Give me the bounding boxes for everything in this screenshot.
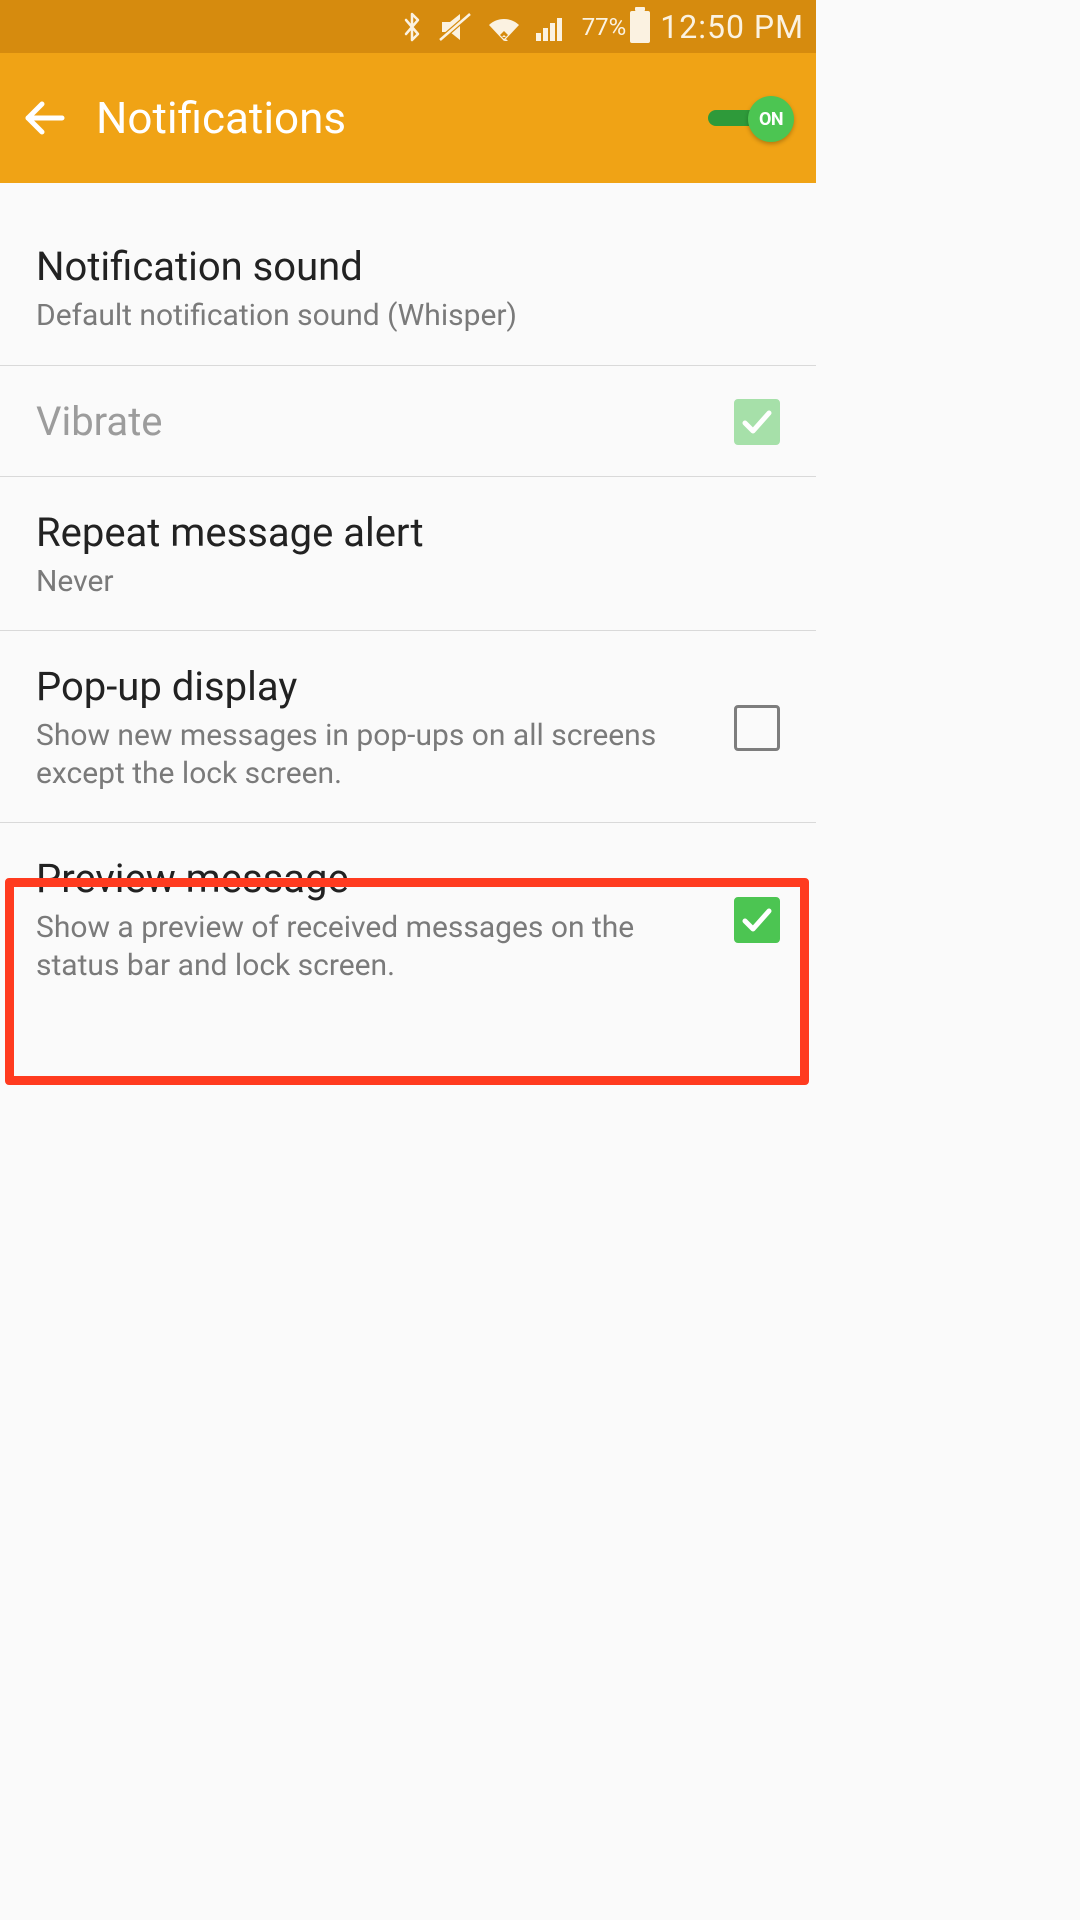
battery-percent: 77% — [582, 13, 627, 41]
settings-list: Notification sound Default notification … — [0, 183, 816, 1014]
popup-checkbox[interactable] — [734, 705, 780, 751]
status-icons: 77% — [400, 10, 651, 44]
toggle-label: ON — [748, 96, 794, 142]
item-title: Vibrate — [36, 398, 714, 446]
battery-icon — [630, 11, 650, 43]
preview-message-item[interactable]: Preview message Show a preview of receiv… — [0, 823, 816, 1014]
bluetooth-icon — [400, 10, 424, 44]
app-bar: Notifications ON — [0, 53, 816, 183]
preview-checkbox[interactable] — [734, 897, 780, 943]
page-title: Notifications — [96, 92, 678, 144]
battery-indicator: 77% — [582, 11, 651, 43]
wifi-icon — [486, 13, 522, 41]
item-subtitle: Show new messages in pop-ups on all scre… — [36, 717, 714, 792]
notifications-master-toggle[interactable]: ON — [708, 98, 794, 138]
item-title: Repeat message alert — [36, 509, 780, 557]
item-title: Preview message — [36, 855, 714, 903]
vibrate-item[interactable]: Vibrate — [0, 366, 816, 477]
vibrate-checkbox[interactable] — [734, 399, 780, 445]
back-button[interactable] — [22, 100, 66, 136]
mute-icon — [438, 12, 472, 42]
item-subtitle: Show a preview of received messages on t… — [36, 909, 714, 984]
clock: 12:50 PM — [660, 8, 804, 46]
popup-display-item[interactable]: Pop-up display Show new messages in pop-… — [0, 631, 816, 823]
item-subtitle: Never — [36, 563, 780, 601]
signal-icon — [536, 13, 568, 41]
item-subtitle: Default notification sound (Whisper) — [36, 297, 780, 335]
notification-sound-item[interactable]: Notification sound Default notification … — [0, 183, 816, 366]
item-title: Pop-up display — [36, 663, 714, 711]
status-bar: 77% 12:50 PM — [0, 0, 816, 53]
repeat-alert-item[interactable]: Repeat message alert Never — [0, 477, 816, 632]
item-title: Notification sound — [36, 243, 780, 291]
